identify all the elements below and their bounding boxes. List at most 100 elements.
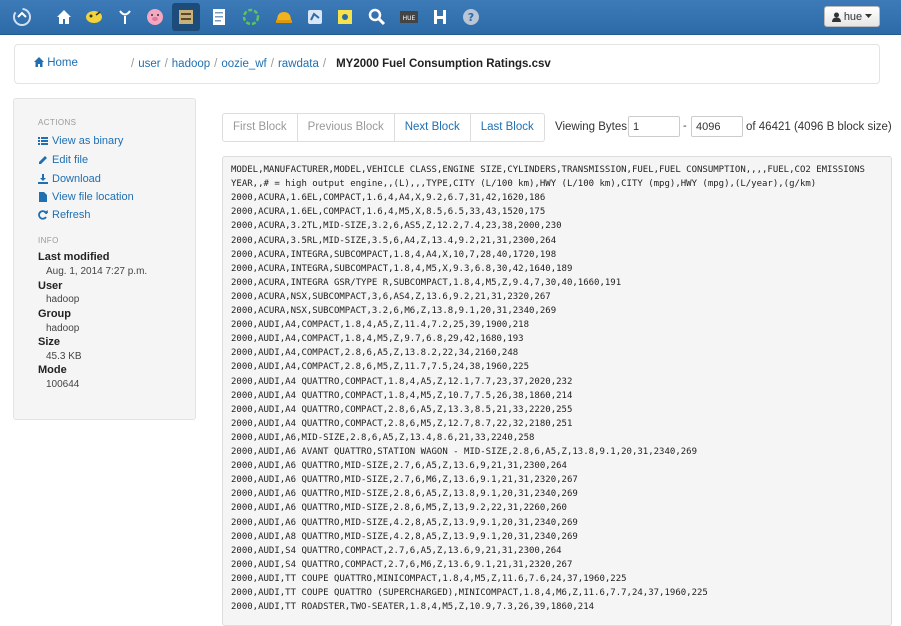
pig-icon[interactable]	[141, 3, 169, 31]
bytes-range-separator: -	[683, 120, 687, 132]
breadcrumb-home-label: Home	[47, 57, 78, 69]
info-size-label: Size	[38, 336, 61, 348]
file-line: 2000,ACURA,INTEGRA,SUBCOMPACT,1.8,4,M5,X…	[231, 263, 573, 274]
bytes-from-input[interactable]	[628, 116, 680, 137]
info-user-value: hadoop	[46, 294, 80, 305]
info-user-label: User	[38, 280, 63, 292]
file-line: MODEL,MANUFACTURER,MODEL,VEHICLE CLASS,E…	[231, 165, 865, 175]
view-file-location-link[interactable]: View file location	[38, 191, 134, 203]
hive-icon[interactable]: HUE	[395, 3, 423, 31]
info-size-value: 45.3 KB	[46, 351, 82, 362]
file-content-view[interactable]: MODEL,MANUFACTURER,MODEL,VEHICLE CLASS,E…	[222, 156, 892, 626]
info-last-modified-value: Aug. 1, 2014 7:27 p.m.	[46, 266, 148, 277]
pencil-icon	[39, 156, 47, 164]
file-line: 2000,AUDI,A4 QUATTRO,COMPACT,2.8,6,A5,Z,…	[231, 404, 573, 415]
file-line: 2000,ACURA,1.6EL,COMPACT,1.6,4,A4,X,9.2,…	[231, 193, 546, 204]
bytes-total-text: of 46421 (4096 B block size)	[746, 121, 892, 133]
refresh-link[interactable]: Refresh	[38, 209, 91, 221]
hue-logo-icon[interactable]	[8, 3, 36, 31]
info-group-value: hadoop	[46, 323, 80, 334]
file-line: 2000,ACURA,INTEGRA GSR/TYPE R,SUBCOMPACT…	[231, 277, 622, 288]
info-mode-label: Mode	[38, 364, 67, 376]
file-line: 2000,AUDI,A4 QUATTRO,COMPACT,1.8,4,A5,Z,…	[231, 376, 573, 387]
hard-hat-icon[interactable]	[270, 3, 298, 31]
svg-text:HUE: HUE	[403, 15, 416, 22]
info-header: INFO	[38, 236, 59, 245]
home-icon	[34, 57, 44, 67]
file-sidebar: ACTIONS View as binary Edit file Downloa…	[13, 98, 196, 420]
file-line: 2000,ACURA,3.5RL,MID-SIZE,3.5,6,A4,Z,13.…	[231, 235, 557, 246]
info-last-modified-label: Last modified	[38, 251, 110, 263]
file-line: 2000,ACURA,1.6EL,COMPACT,1.6,4,M5,X,8.5,…	[231, 207, 546, 218]
file-line: 2000,AUDI,S4 QUATTRO,COMPACT,2.7,6,A5,Z,…	[231, 545, 562, 556]
caret-down-icon	[865, 14, 873, 18]
pig-tool-icon[interactable]	[111, 3, 139, 31]
breadcrumb-segment-hadoop[interactable]: hadoop	[172, 58, 210, 70]
view-as-binary-link[interactable]: View as binary	[38, 135, 123, 147]
job-designer-icon[interactable]	[205, 3, 233, 31]
file-line: 2000,ACURA,INTEGRA,SUBCOMPACT,1.8,4,A4,X…	[231, 249, 557, 260]
next-block-button[interactable]: Next Block	[395, 114, 471, 141]
sticky-note-icon[interactable]	[331, 3, 359, 31]
actions-header: ACTIONS	[38, 118, 77, 127]
first-block-button[interactable]: First Block	[223, 114, 298, 141]
breadcrumb-segment-user[interactable]: user	[138, 58, 160, 70]
file-line: 2000,AUDI,A6 QUATTRO,MID-SIZE,2.8,6,A5,Z…	[231, 489, 578, 500]
breadcrumb-path: / user / hadoop / oozie_wf / rawdata / MY2000 Fue…	[131, 58, 551, 70]
home-icon[interactable]	[50, 3, 78, 31]
refresh-label: Refresh	[52, 209, 91, 221]
file-line: 2000,AUDI,A4,COMPACT,1.8,4,A5,Z,11.4,7.2…	[231, 320, 530, 331]
search-icon[interactable]	[363, 3, 391, 31]
edit-file-label: Edit file	[52, 154, 89, 166]
file-line: 2000,AUDI,A8 QUATTRO,MID-SIZE,4.2,8,A5,Z…	[231, 531, 578, 542]
file-line: 2000,AUDI,S4 QUATTRO,COMPACT,2.7,6,M6,Z,…	[231, 559, 573, 570]
file-line: 2000,AUDI,A4 QUATTRO,COMPACT,2.8,6,M5,Z,…	[231, 418, 573, 429]
breadcrumb-segment-oozie-wf[interactable]: oozie_wf	[221, 58, 266, 70]
file-line: 2000,ACURA,NSX,SUBCOMPACT,3,6,AS4,Z,13.6…	[231, 291, 551, 302]
file-line: 2000,AUDI,A4,COMPACT,2.8,6,M5,Z,11.7,7.5…	[231, 362, 530, 373]
view-as-binary-label: View as binary	[52, 135, 124, 147]
breadcrumb-current-file: MY2000 Fuel Consumption Ratings.csv	[336, 58, 551, 70]
breadcrumb-segment-rawdata[interactable]: rawdata	[278, 58, 319, 70]
block-pager: First Block Previous Block Next Block La…	[222, 113, 545, 142]
file-line: YEAR,,# = high output engine,,(L),,,TYPE…	[231, 179, 817, 190]
user-menu-button[interactable]: hue	[824, 6, 880, 27]
edit-file-link[interactable]: Edit file	[38, 154, 88, 166]
file-line: 2000,ACURA,3.2TL,MID-SIZE,3.2,6,AS5,Z,12…	[231, 221, 562, 232]
file-line: 2000,AUDI,A6 QUATTRO,MID-SIZE,2.7,6,M6,Z…	[231, 475, 578, 486]
query-editor-icon[interactable]	[80, 3, 108, 31]
file-line: 2000,AUDI,A4 QUATTRO,COMPACT,1.8,4,M5,Z,…	[231, 390, 573, 401]
file-line: 2000,AUDI,TT ROADSTER,TWO-SEATER,1.8,4,M…	[231, 602, 595, 613]
help-icon[interactable]: ?	[457, 3, 485, 31]
file-line: 2000,AUDI,A6 QUATTRO,MID-SIZE,4.2,8,A5,Z…	[231, 517, 578, 528]
file-line: 2000,AUDI,A6 QUATTRO,MID-SIZE,2.7,6,A5,Z…	[231, 461, 567, 472]
file-line: 2000,AUDI,A6,MID-SIZE,2.8,6,A5,Z,13.4,8.…	[231, 432, 535, 443]
viewing-bytes-label: Viewing Bytes:	[555, 121, 631, 133]
hbase-icon[interactable]	[426, 3, 454, 31]
file-line: 2000,AUDI,A6 AVANT QUATTRO,STATION WAGON…	[231, 447, 697, 457]
file-line: 2000,AUDI,A4,COMPACT,2.8,6,A5,Z,13.8.2,2…	[231, 348, 519, 359]
previous-block-button[interactable]: Previous Block	[298, 114, 395, 141]
download-label: Download	[52, 173, 101, 185]
breadcrumb-home[interactable]: Home	[34, 57, 78, 69]
refresh-icon	[38, 210, 48, 220]
file-line: 2000,AUDI,A6 QUATTRO,MID-SIZE,2.8,6,M5,Z…	[231, 503, 567, 514]
info-group-label: Group	[38, 308, 71, 320]
svg-text:?: ?	[468, 11, 474, 24]
breadcrumb: Home / user / hadoop / oozie_wf / rawdata / MY200…	[14, 44, 880, 84]
file-line: 2000,AUDI,TT COUPE QUATTRO (SUPERCHARGED…	[231, 588, 708, 598]
list-icon	[38, 137, 48, 145]
metastore-icon[interactable]	[301, 3, 329, 31]
file-line: 2000,ACURA,NSX,SUBCOMPACT,3.2,6,M6,Z,13.…	[231, 306, 557, 316]
oozie-icon[interactable]	[237, 3, 265, 31]
file-icon	[39, 192, 47, 202]
user-icon	[831, 12, 841, 22]
user-name: hue	[843, 10, 863, 23]
file-line: 2000,AUDI,A4,COMPACT,1.8,4,M5,Z,9.7,6.8,…	[231, 334, 524, 345]
bytes-to-input[interactable]	[691, 116, 743, 137]
last-block-button[interactable]: Last Block	[471, 114, 544, 141]
download-link[interactable]: Download	[38, 173, 101, 185]
info-mode-value: 100644	[46, 379, 80, 390]
file-browser-icon[interactable]	[172, 3, 200, 31]
download-icon	[38, 174, 48, 184]
